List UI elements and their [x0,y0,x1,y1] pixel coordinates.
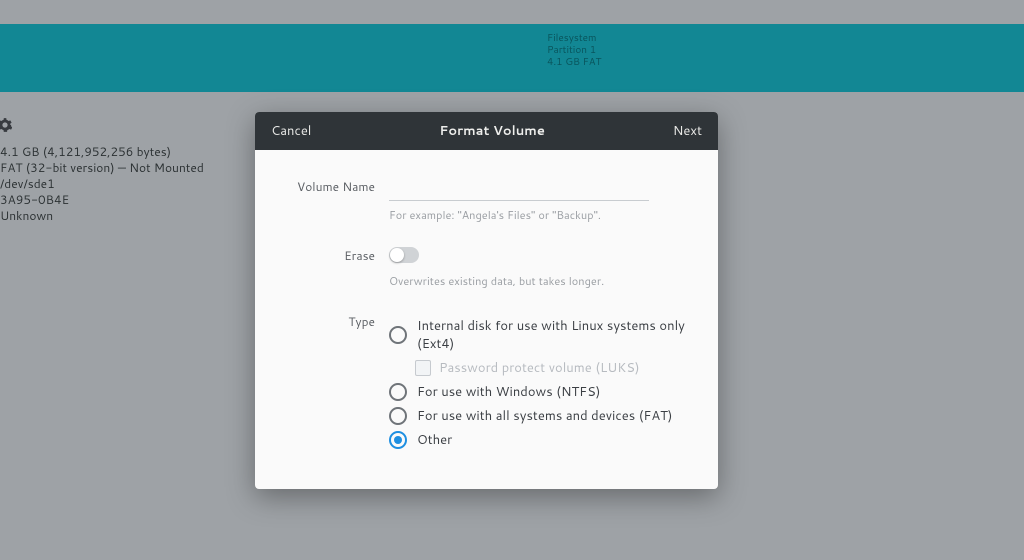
type-option-other[interactable]: Other [389,431,690,449]
luks-label: Password protect volume (LUKS) [439,359,640,377]
type-option-label: Internal disk for use with Linux systems… [417,317,690,353]
type-option-ext4[interactable]: Internal disk for use with Linux systems… [389,317,690,353]
type-option-fat[interactable]: For use with all systems and devices (FA… [389,407,690,425]
radio-icon [389,383,407,401]
dialog-body: Volume Name For example: "Angela's Files… [255,150,718,489]
checkbox-icon [415,360,431,376]
type-option-ntfs[interactable]: For use with Windows (NTFS) [389,383,690,401]
next-button[interactable]: Next [673,122,702,140]
radio-icon [389,431,407,449]
dialog-title: Format Volume [311,122,673,140]
type-label: Type [283,309,389,330]
cancel-button[interactable]: Cancel [271,122,311,140]
type-option-label: Other [417,431,452,449]
type-option-label: For use with Windows (NTFS) [417,383,600,401]
radio-icon [389,326,407,344]
erase-toggle[interactable] [389,247,419,263]
volume-name-input[interactable] [389,174,649,201]
volume-name-label: Volume Name [283,174,389,195]
volume-name-hint: For example: "Angela's Files" or "Backup… [389,207,690,223]
dialog-header: Cancel Format Volume Next [255,112,718,150]
erase-hint: Overwrites existing data, but takes long… [389,273,690,289]
format-volume-dialog: Cancel Format Volume Next Volume Name Fo… [255,112,718,489]
luks-checkbox-row: Password protect volume (LUKS) [415,359,690,377]
erase-label: Erase [283,243,389,264]
type-option-label: For use with all systems and devices (FA… [417,407,673,425]
radio-icon [389,407,407,425]
toggle-knob [390,248,404,262]
